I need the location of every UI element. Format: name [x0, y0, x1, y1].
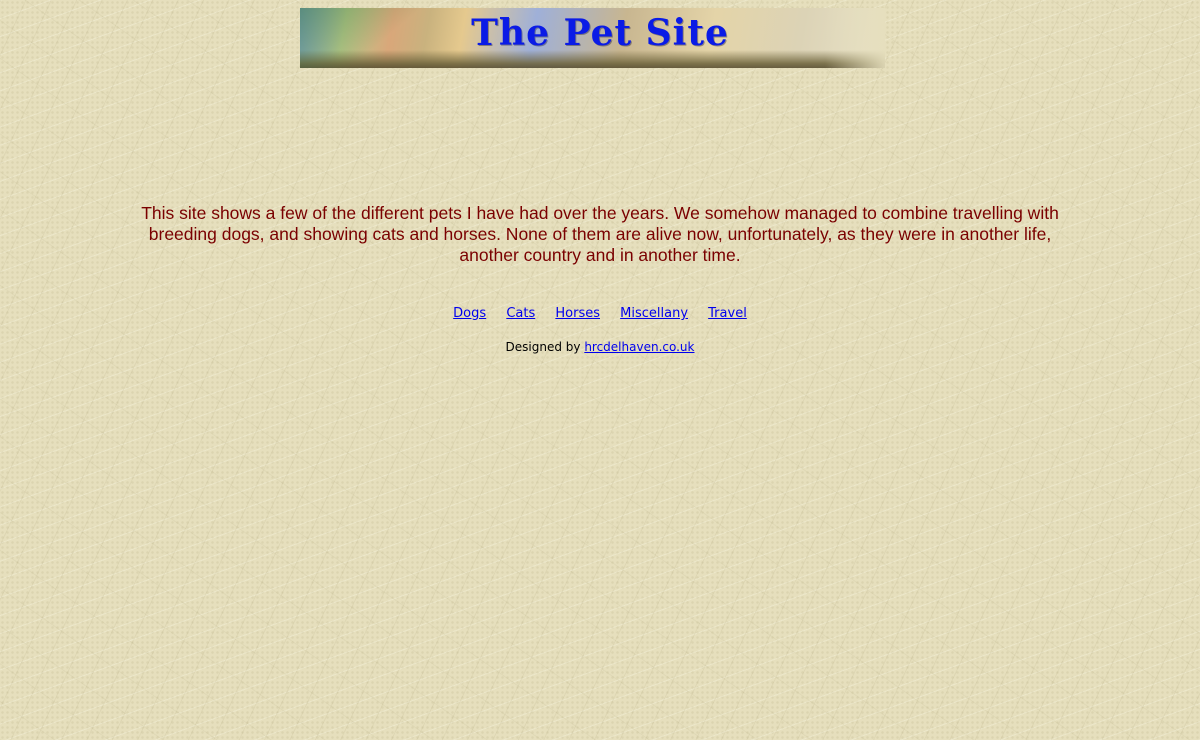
- designed-by-label: Designed by: [505, 340, 581, 354]
- nav-link-miscellany[interactable]: Miscellany: [620, 306, 688, 321]
- nav-link-travel[interactable]: Travel: [708, 306, 747, 321]
- nav-link-dogs[interactable]: Dogs: [453, 306, 486, 321]
- nav-link-horses[interactable]: Horses: [555, 306, 600, 321]
- nav-link-cats[interactable]: Cats: [506, 306, 535, 321]
- site-banner: The Pet Site: [300, 8, 885, 68]
- intro-text: This site shows a few of the different p…: [141, 203, 1059, 265]
- designer-credit: Designed by hrcdelhaven.co.uk: [0, 340, 1200, 354]
- main-nav: Dogs Cats Horses Miscellany Travel: [0, 306, 1200, 321]
- site-title: The Pet Site: [471, 12, 729, 54]
- designer-link[interactable]: hrcdelhaven.co.uk: [584, 340, 694, 354]
